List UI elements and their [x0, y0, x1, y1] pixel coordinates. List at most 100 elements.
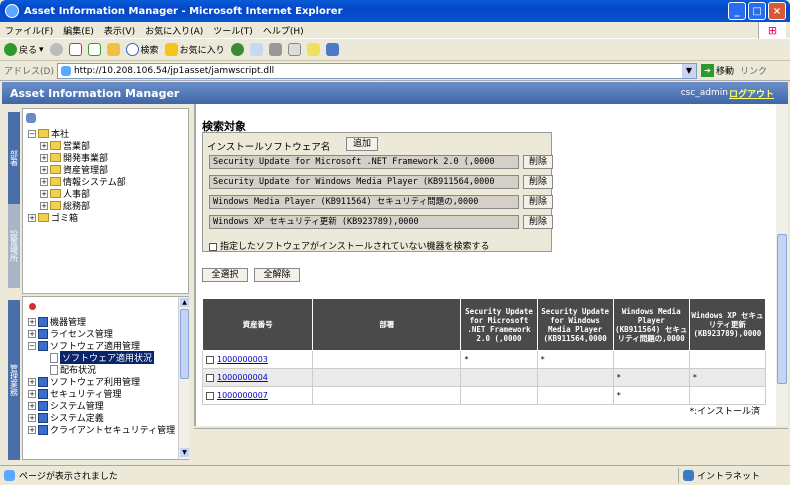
collapse-icon[interactable]: −	[28, 129, 36, 138]
mail-icon[interactable]	[249, 43, 263, 56]
delete-button-0[interactable]: 削除	[523, 155, 553, 169]
red-dot-icon	[29, 303, 36, 310]
go-button[interactable]: ➔ 移動	[700, 64, 734, 77]
favorites-button[interactable]: お気に入り	[164, 43, 225, 56]
folder-icon	[50, 177, 61, 186]
not-installed-label: 指定したソフトウェアがインストールされていない機器を検索する	[220, 242, 490, 252]
network-icon	[26, 113, 36, 123]
tree-root-icon	[26, 113, 36, 123]
discuss-icon[interactable]	[306, 43, 320, 56]
stop-icon[interactable]	[68, 43, 82, 56]
forward-icon[interactable]	[49, 43, 63, 56]
table-header-row: 資産番号 部署 Security Update for Microsoft .N…	[201, 298, 767, 351]
history-icon[interactable]	[230, 43, 244, 56]
collapse-icon[interactable]: −	[28, 341, 36, 350]
expand-icon[interactable]: +	[40, 165, 48, 174]
expand-icon[interactable]: +	[28, 317, 36, 326]
menu-edit[interactable]: 編集(E)	[58, 24, 99, 37]
mgmt-scrollbar[interactable]: ▲ ▼	[178, 297, 189, 459]
mgmt-tree: + 機器管理 + ライセンス管理 − ソフトウェア適用管理 ソフトウェア適用状況 配布…	[22, 296, 189, 460]
app-title: Asset Information Manager	[10, 86, 180, 100]
asset-cell: 1000000003	[201, 350, 314, 369]
edit-icon[interactable]	[287, 43, 301, 56]
sw-item-2: Windows Media Player (KB911564) セキュリティ問題…	[209, 195, 519, 209]
clear-all-button[interactable]: 全解除	[254, 268, 300, 282]
book-icon	[38, 424, 48, 435]
row-checkbox[interactable]	[206, 391, 214, 400]
zone-label: イントラネット	[697, 472, 761, 482]
not-installed-option[interactable]: 指定したソフトウェアがインストールされていない機器を検索する	[209, 239, 490, 252]
expand-icon[interactable]: +	[28, 213, 36, 222]
asset-link[interactable]: 1000000003	[217, 355, 268, 364]
home-icon[interactable]	[106, 43, 120, 56]
back-button[interactable]: 戻る ▾	[4, 43, 44, 56]
go-label: 移動	[715, 67, 734, 77]
search-button[interactable]: 検索	[125, 43, 159, 56]
book-icon	[38, 328, 48, 339]
dept-cell	[312, 386, 462, 405]
main-content: 検索対象 インストールソフトウェア名 追加 Security Update fo…	[194, 104, 788, 426]
delete-button-1[interactable]: 削除	[523, 175, 553, 189]
expand-icon[interactable]: +	[28, 413, 36, 422]
asset-link[interactable]: 1000000004	[217, 373, 268, 382]
refresh-icon[interactable]	[87, 43, 101, 56]
expand-icon[interactable]: +	[40, 201, 48, 210]
status-text: ページが表示されました	[19, 472, 118, 482]
content-scrollbar[interactable]	[776, 104, 788, 426]
delete-button-2[interactable]: 削除	[523, 195, 553, 209]
tab-mgmt[interactable]: 管理業務	[8, 300, 20, 460]
folder-icon	[38, 129, 49, 138]
select-all-button[interactable]: 全選択	[202, 268, 248, 282]
menu-help[interactable]: ヘルプ(H)	[258, 24, 309, 37]
sw-cell: *	[460, 350, 538, 369]
menu-view[interactable]: 表示(V)	[99, 24, 140, 37]
expand-icon[interactable]: +	[40, 177, 48, 186]
content-scroll-thumb[interactable]	[777, 234, 787, 384]
expand-icon[interactable]: +	[28, 425, 36, 434]
expand-icon[interactable]: +	[28, 377, 36, 386]
minimize-button[interactable]: _	[728, 2, 746, 20]
folder-icon	[50, 201, 61, 210]
page-loaded-icon	[4, 470, 15, 481]
mgmt-item-client-sec[interactable]: + クライアントセキュリティ管理	[28, 423, 175, 436]
expand-icon[interactable]: +	[28, 329, 36, 338]
delete-button-3[interactable]: 削除	[523, 215, 553, 229]
address-input[interactable]: http://10.208.106.54/jp1asset/jamwscript…	[56, 62, 697, 79]
sw-cell	[460, 386, 538, 405]
logout-link[interactable]: ログアウト	[729, 87, 774, 100]
messenger-icon[interactable]	[325, 43, 339, 56]
tab-place[interactable]: 設置場所	[8, 204, 20, 288]
dept-tree: − 本社 + 営業部 + 開発事業部 + 資産管理部 + 情報システム部 + 人事部 + 総務…	[22, 108, 189, 294]
menu-file[interactable]: ファイル(F)	[0, 24, 58, 37]
sw-cell	[688, 350, 767, 369]
not-installed-checkbox[interactable]	[209, 242, 217, 251]
menu-tools[interactable]: ツール(T)	[208, 24, 258, 37]
expand-icon[interactable]: +	[40, 153, 48, 162]
expand-icon[interactable]: +	[28, 401, 36, 410]
row-checkbox[interactable]	[206, 373, 214, 382]
expand-icon[interactable]: +	[40, 141, 48, 150]
row-checkbox[interactable]	[206, 355, 214, 364]
scroll-thumb[interactable]	[180, 309, 189, 379]
asset-link[interactable]: 1000000007	[217, 391, 268, 400]
close-button[interactable]: ×	[768, 2, 786, 20]
add-button[interactable]: 追加	[346, 137, 378, 151]
col-dept: 部署	[312, 298, 462, 351]
address-bar: アドレス(D) http://10.208.106.54/jp1asset/ja…	[0, 61, 790, 81]
search-label: 検索	[140, 46, 159, 56]
links-button[interactable]: リンク	[740, 64, 767, 77]
scroll-down-icon[interactable]: ▼	[180, 448, 189, 457]
book-icon	[38, 376, 48, 387]
menu-favorites[interactable]: お気に入り(A)	[140, 24, 208, 37]
maximize-button[interactable]: □	[748, 2, 766, 20]
col-asset-no: 資産番号	[201, 298, 314, 351]
status-bar: ページが表示されました イントラネット	[0, 465, 790, 485]
scroll-up-icon[interactable]: ▲	[180, 298, 189, 307]
expand-icon[interactable]: +	[28, 389, 36, 398]
tab-dept[interactable]: 部署	[8, 112, 20, 204]
address-dropdown-icon[interactable]: ▼	[681, 63, 696, 78]
print-icon[interactable]	[268, 43, 282, 56]
book-icon	[38, 412, 48, 423]
expand-icon[interactable]: +	[40, 189, 48, 198]
tree-node-trash[interactable]: + ゴミ箱	[28, 211, 78, 224]
